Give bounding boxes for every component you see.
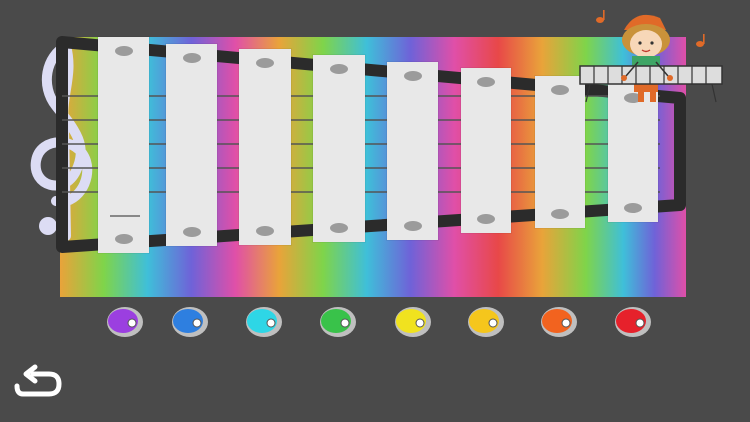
bar-hole-icon — [624, 203, 642, 213]
bar-hole-icon — [403, 71, 422, 81]
bar-hole-icon — [330, 223, 348, 233]
xylophone-bar-4[interactable] — [313, 55, 365, 242]
bar-hole-icon — [551, 85, 569, 95]
bar-hole-icon — [182, 53, 201, 63]
xylophone-bar-6[interactable] — [461, 68, 511, 233]
return-icon — [14, 364, 62, 397]
note-button-7[interactable] — [540, 306, 578, 338]
bar-hole-icon — [330, 64, 348, 74]
return-button[interactable] — [13, 364, 63, 402]
note-button-6[interactable] — [467, 306, 505, 338]
note-button-8[interactable] — [614, 306, 652, 338]
game-stage — [0, 0, 750, 422]
note-button-3[interactable] — [245, 306, 283, 338]
girl-playing-xylophone — [579, 10, 723, 103]
bar-hole-icon — [256, 58, 274, 68]
bar-hole-icon — [477, 77, 495, 87]
bar-hole-icon — [551, 209, 569, 219]
bar-hole-icon — [114, 46, 133, 56]
bar-hole-icon — [403, 221, 422, 231]
note-button-5[interactable] — [394, 306, 432, 338]
bar-hole-icon — [182, 227, 201, 237]
bar-hole-icon — [477, 214, 495, 224]
xylophone-bar-2[interactable] — [166, 44, 217, 246]
xylophone-bar-5[interactable] — [387, 62, 438, 240]
xylophone-bar-1[interactable] — [98, 37, 149, 253]
note-button-2[interactable] — [171, 306, 209, 338]
bar-hole-icon — [114, 234, 133, 244]
note-button-1[interactable] — [106, 306, 144, 338]
note-button-4[interactable] — [319, 306, 357, 338]
bar-marker — [110, 215, 140, 217]
xylophone-bar-3[interactable] — [239, 49, 291, 245]
bar-hole-icon — [256, 226, 274, 236]
